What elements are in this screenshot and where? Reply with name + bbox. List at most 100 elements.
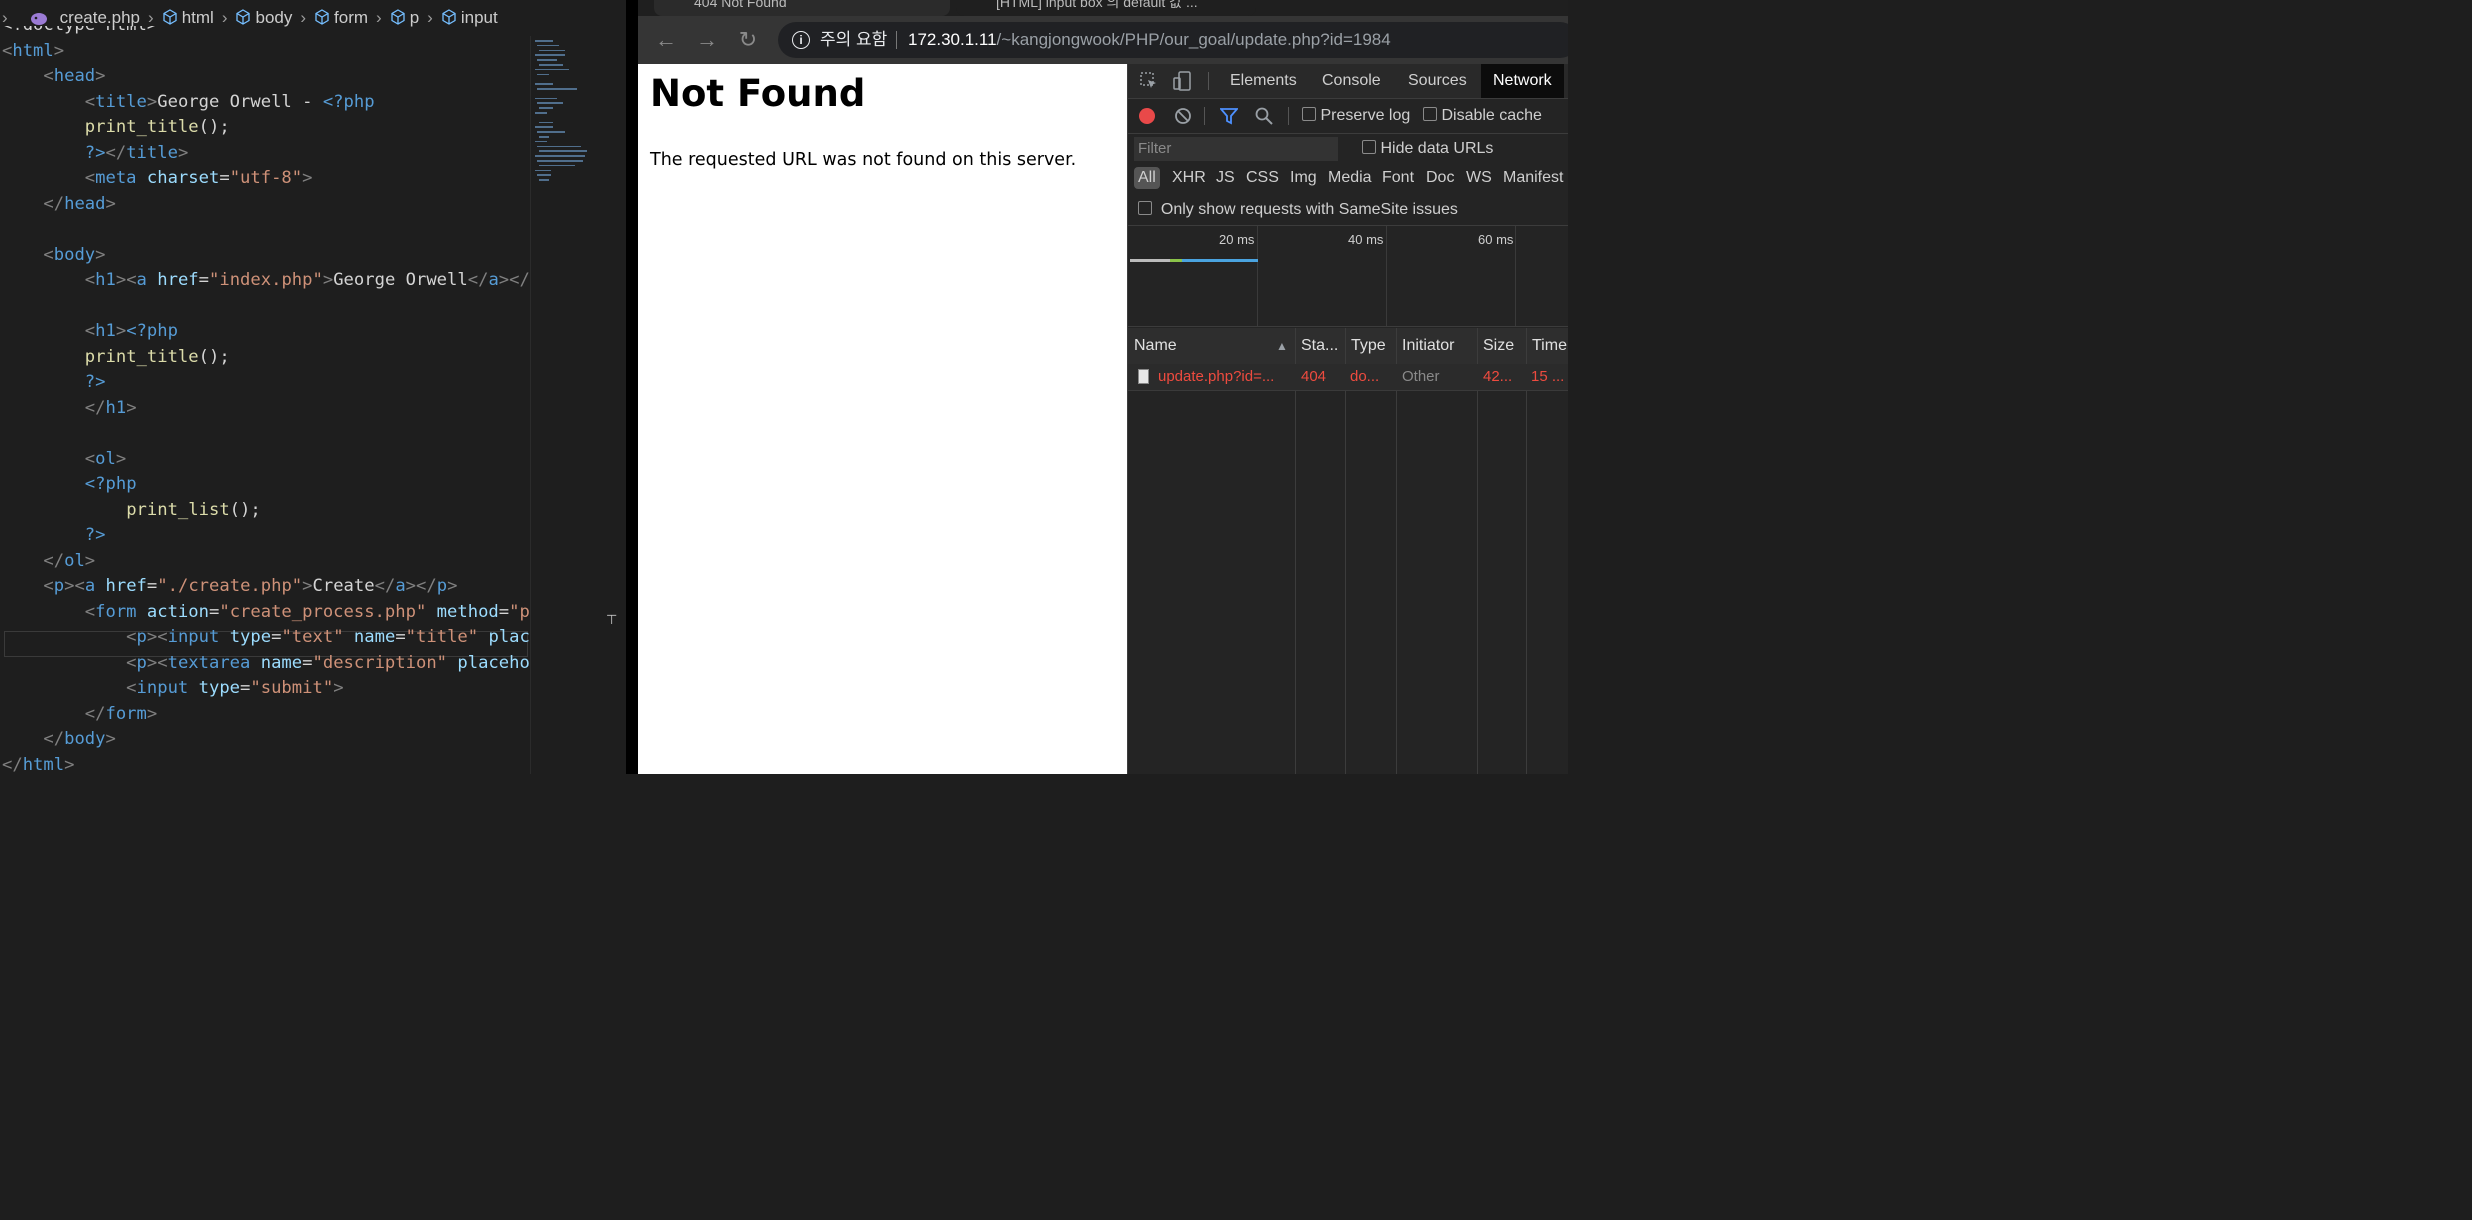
- filter-input[interactable]: Filter: [1134, 137, 1338, 161]
- tab-console[interactable]: Console: [1322, 64, 1381, 98]
- breadcrumb-file[interactable]: create.php: [60, 8, 140, 28]
- breadcrumb-form[interactable]: form: [314, 8, 368, 28]
- code-line[interactable]: <html>: [2, 39, 64, 64]
- code-line[interactable]: <h1><?php: [2, 319, 178, 344]
- breadcrumb-p[interactable]: p: [390, 8, 419, 28]
- filter-js[interactable]: JS: [1216, 167, 1235, 189]
- code-line[interactable]: ?>: [2, 370, 106, 395]
- code-line[interactable]: <h1><a href="index.php">George Orwell</a…: [2, 268, 530, 293]
- disable-cache-checkbox[interactable]: [1423, 107, 1437, 121]
- filter-ws[interactable]: WS: [1466, 167, 1492, 189]
- breadcrumb-html[interactable]: html: [162, 8, 214, 28]
- col-name[interactable]: Name: [1134, 328, 1177, 364]
- request-name[interactable]: update.php?id=...: [1158, 364, 1292, 390]
- filter-css[interactable]: CSS: [1246, 167, 1279, 189]
- code-line[interactable]: <title>George Orwell - <?php: [2, 90, 375, 115]
- hide-data-urls-checkbox[interactable]: [1362, 140, 1376, 154]
- filter-media[interactable]: Media: [1328, 167, 1372, 189]
- code-line[interactable]: <input type="submit">: [2, 676, 343, 701]
- filter-manifest[interactable]: Manifest: [1503, 167, 1563, 189]
- minimap-line: [539, 49, 565, 52]
- code-line[interactable]: <ol>: [2, 447, 126, 472]
- code-line[interactable]: </head>: [2, 192, 115, 217]
- code-line[interactable]: ?></title>: [2, 141, 189, 166]
- code-line[interactable]: </ol>: [2, 549, 95, 574]
- col-status[interactable]: Sta...: [1301, 328, 1338, 364]
- code-area[interactable]: <!doctype html><html> <head> <title>Geor…: [0, 26, 530, 774]
- forward-button[interactable]: →: [695, 28, 719, 52]
- code-line[interactable]: <head>: [2, 64, 105, 89]
- code-line[interactable]: <p><input type="text" name="title" place…: [2, 625, 530, 650]
- code-line[interactable]: <?php: [2, 472, 137, 497]
- reload-button[interactable]: ↻: [736, 28, 760, 52]
- code-token: >: [126, 397, 137, 418]
- device-toolbar-icon[interactable]: [1173, 71, 1191, 91]
- col-size[interactable]: Size: [1483, 328, 1514, 364]
- col-type[interactable]: Type: [1351, 328, 1386, 364]
- minimap-line: [535, 40, 553, 42]
- web-page: Not Found The requested URL was not foun…: [638, 64, 1127, 774]
- breadcrumb-chevron-icon: ›: [2, 8, 8, 27]
- address-bar[interactable]: i 주의 요함 172.30.1.11/~kangjongwook/PHP/ou…: [778, 22, 1568, 58]
- breadcrumb-input[interactable]: input: [441, 8, 498, 28]
- breadcrumb-label: html: [181, 8, 214, 27]
- col-time[interactable]: Time: [1532, 328, 1567, 364]
- code-token: input: [136, 678, 199, 698]
- pane-divider[interactable]: [626, 0, 638, 774]
- code-token: </: [2, 729, 65, 749]
- code-token: =: [498, 601, 510, 622]
- breadcrumb-body[interactable]: body: [235, 8, 292, 28]
- code-token: a: [395, 576, 406, 596]
- code-line[interactable]: <body>: [2, 243, 105, 268]
- code-line[interactable]: <p><textarea name="description" placehol…: [2, 651, 530, 676]
- code-line[interactable]: <p><a href="./create.php">Create</a></p>: [2, 574, 457, 599]
- preserve-log-toggle[interactable]: Preserve log: [1302, 105, 1410, 127]
- code-token: <?php: [84, 474, 137, 494]
- code-line[interactable]: <form action="create_process.php" method…: [2, 600, 530, 625]
- code-editor[interactable]: › create.php › html › body › form › p › …: [0, 0, 626, 774]
- disable-cache-toggle[interactable]: Disable cache: [1423, 105, 1542, 127]
- search-icon[interactable]: [1255, 107, 1273, 125]
- code-token: >: [177, 142, 189, 163]
- clear-icon[interactable]: [1174, 107, 1192, 125]
- filter-all[interactable]: All: [1134, 167, 1160, 189]
- filter-xhr[interactable]: XHR: [1172, 167, 1206, 189]
- tab-sources[interactable]: Sources: [1408, 64, 1467, 98]
- col-initiator[interactable]: Initiator: [1402, 328, 1454, 364]
- record-button[interactable]: [1138, 107, 1156, 125]
- code-token: <: [2, 244, 54, 265]
- minimap[interactable]: [530, 36, 609, 774]
- code-line[interactable]: <!doctype html>: [2, 26, 157, 38]
- tab-404[interactable]: 404 Not Found: [654, 0, 950, 16]
- code-line[interactable]: ?>: [2, 523, 106, 548]
- code-line[interactable]: </html>: [2, 753, 74, 775]
- code-line[interactable]: print_list();: [2, 498, 261, 523]
- code-token: <?php: [322, 91, 375, 112]
- code-line[interactable]: </h1>: [2, 396, 137, 421]
- sort-ascending-icon[interactable]: ▲: [1276, 328, 1288, 364]
- tab-network[interactable]: Network: [1481, 64, 1564, 98]
- code-line[interactable]: print_title();: [2, 115, 230, 140]
- filter-img[interactable]: Img: [1290, 167, 1317, 189]
- samesite-toggle[interactable]: Only show requests with SameSite issues: [1138, 199, 1458, 221]
- tab-elements[interactable]: Elements: [1230, 64, 1297, 98]
- code-line[interactable]: </body>: [2, 727, 115, 752]
- hide-data-urls-toggle[interactable]: Hide data URLs: [1362, 138, 1493, 160]
- code-line[interactable]: print_title();: [2, 345, 230, 370]
- preserve-log-checkbox[interactable]: [1302, 107, 1316, 121]
- filter-icon[interactable]: [1220, 107, 1238, 125]
- inspect-element-icon[interactable]: [1140, 72, 1158, 90]
- samesite-checkbox[interactable]: [1138, 201, 1152, 215]
- code-line[interactable]: <meta charset="utf-8">: [2, 166, 313, 191]
- tab-input-box[interactable]: [HTML] input box 의 default 값 ...: [956, 0, 1256, 16]
- code-token: "text": [281, 627, 344, 647]
- code-token: >: [64, 754, 75, 775]
- filter-doc[interactable]: Doc: [1426, 167, 1454, 189]
- info-icon[interactable]: i: [792, 31, 810, 49]
- network-timeline[interactable]: 20 ms 40 ms 60 ms: [1128, 226, 1568, 327]
- filter-font[interactable]: Font: [1382, 167, 1414, 189]
- code-line[interactable]: </form>: [2, 702, 157, 727]
- back-button[interactable]: ←: [654, 28, 678, 52]
- table-row[interactable]: update.php?id=... 404 do... Other 42... …: [1128, 364, 1568, 391]
